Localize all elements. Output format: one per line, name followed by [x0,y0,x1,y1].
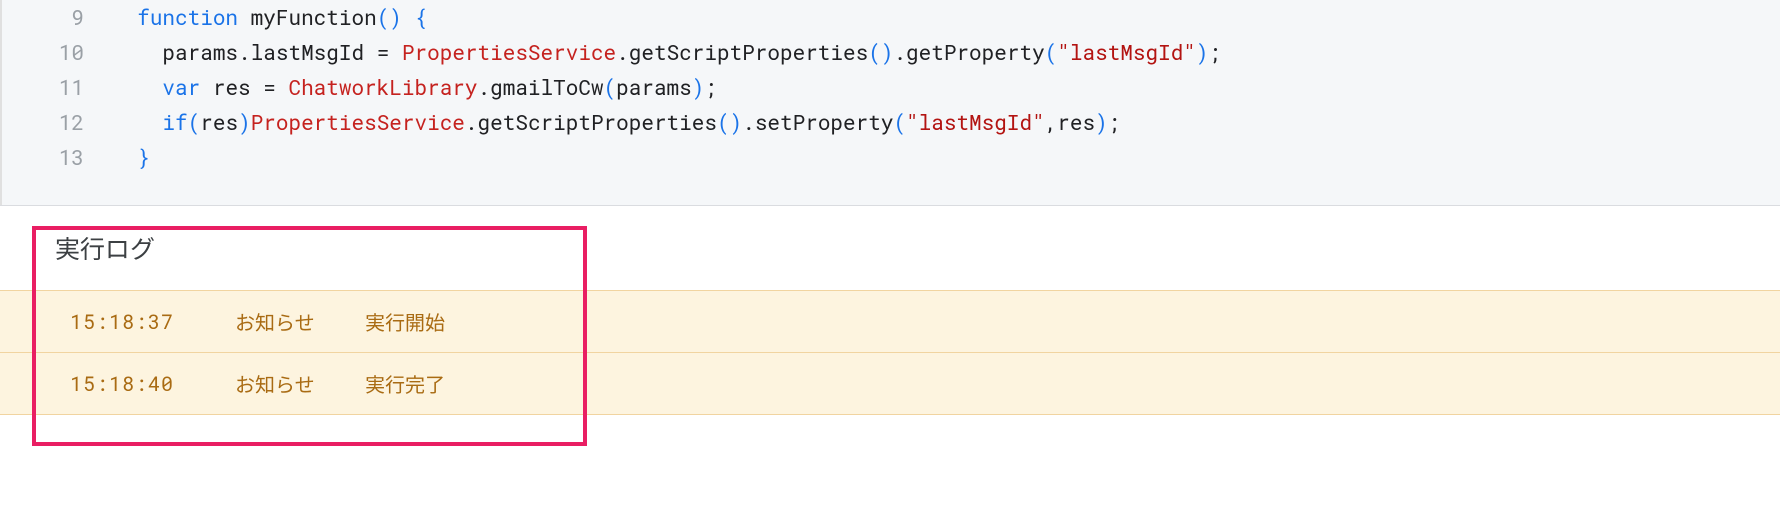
code-token: if [162,108,187,136]
code-token [364,38,377,66]
code-token: var [162,73,200,101]
line-number: 12 [2,105,112,140]
code-token: ( [188,108,201,136]
code-content[interactable]: params.lastMsgId = PropertiesService.get… [112,35,1221,70]
code-token: ( [604,73,617,101]
code-line[interactable]: 11 var res = ChatworkLibrary.gmailToCw(p… [2,70,1780,105]
code-editor[interactable]: 9 function myFunction() {10 params.lastM… [0,0,1780,205]
code-token: getScriptProperties [629,38,868,66]
line-number: 10 [2,35,112,70]
code-token: params [162,38,238,66]
code-token: "lastMsgId" [906,108,1045,136]
code-token: () [868,38,893,66]
code-token: ChatworkLibrary [288,73,477,101]
code-token: ( [1045,38,1058,66]
code-token: . [742,108,755,136]
log-timestamp: 15:18:37 [70,309,235,335]
code-token: ; [704,73,717,101]
log-row: 15:18:40お知らせ実行完了 [0,353,1780,415]
code-token: , [1045,108,1058,136]
log-level: お知らせ [235,307,365,336]
log-level: お知らせ [235,369,365,398]
line-number: 13 [2,140,112,175]
execution-log-panel: 実行ログ 15:18:37お知らせ実行開始15:18:40お知らせ実行完了 [0,205,1780,415]
code-token: PropertiesService [251,108,465,136]
code-token: { [415,3,428,31]
code-token: ( [893,108,906,136]
code-token [389,38,402,66]
log-message: 実行完了 [365,369,445,398]
code-content[interactable]: if(res)PropertiesService.getScriptProper… [112,105,1120,140]
code-content[interactable]: } [112,140,150,175]
code-token: res [1057,108,1095,136]
code-token: res [200,108,238,136]
code-token: } [137,143,150,171]
code-token: setProperty [755,108,894,136]
code-token: getProperty [906,38,1045,66]
code-content[interactable]: var res = ChatworkLibrary.gmailToCw(para… [112,70,717,105]
code-token: . [238,38,251,66]
code-token: = [377,38,390,66]
code-token: ; [1108,108,1121,136]
log-message: 実行開始 [365,307,445,336]
code-token: lastMsgId [251,38,364,66]
code-line[interactable]: 12 if(res)PropertiesService.getScriptPro… [2,105,1780,140]
code-token: res [200,73,263,101]
code-token: "lastMsgId" [1057,38,1196,66]
code-token: . [893,38,906,66]
code-token: = [263,73,276,101]
code-token: ) [692,73,705,101]
code-token: ) [1095,108,1108,136]
code-line[interactable]: 13 } [2,140,1780,175]
line-number: 11 [2,70,112,105]
code-line[interactable]: 9 function myFunction() { [2,0,1780,35]
log-panel-title: 実行ログ [0,206,1780,290]
code-token [276,73,289,101]
app-root: 9 function myFunction() {10 params.lastM… [0,0,1780,522]
code-token: myFunction [251,3,377,31]
code-token: ) [1196,38,1209,66]
code-token: . [616,38,629,66]
log-entries: 15:18:37お知らせ実行開始15:18:40お知らせ実行完了 [0,290,1780,415]
code-token: params [616,73,692,101]
code-token: gmailToCw [490,73,603,101]
code-token: ; [1209,38,1222,66]
code-token: ) [238,108,251,136]
code-token [238,3,251,31]
code-content[interactable]: function myFunction() { [112,0,427,35]
code-line[interactable]: 10 params.lastMsgId = PropertiesService.… [2,35,1780,70]
line-number: 9 [2,0,112,35]
code-token: PropertiesService [402,38,616,66]
code-token: . [478,73,491,101]
code-token: () [717,108,742,136]
code-token: getScriptProperties [478,108,717,136]
log-timestamp: 15:18:40 [70,371,235,397]
code-token [402,3,415,31]
code-token: function [137,3,238,31]
code-token: . [465,108,478,136]
code-token: () [377,3,402,31]
log-row: 15:18:37お知らせ実行開始 [0,291,1780,353]
